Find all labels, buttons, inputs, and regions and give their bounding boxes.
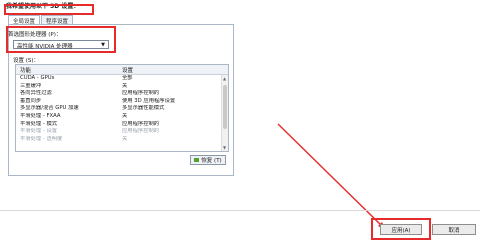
dialog-footer-divider [0, 210, 480, 211]
annotation-arrow-line [277, 123, 385, 229]
cancel-button[interactable]: 取消 [432, 224, 476, 235]
annotation-arrow [277, 123, 386, 230]
apply-highlight-box [371, 218, 431, 240]
